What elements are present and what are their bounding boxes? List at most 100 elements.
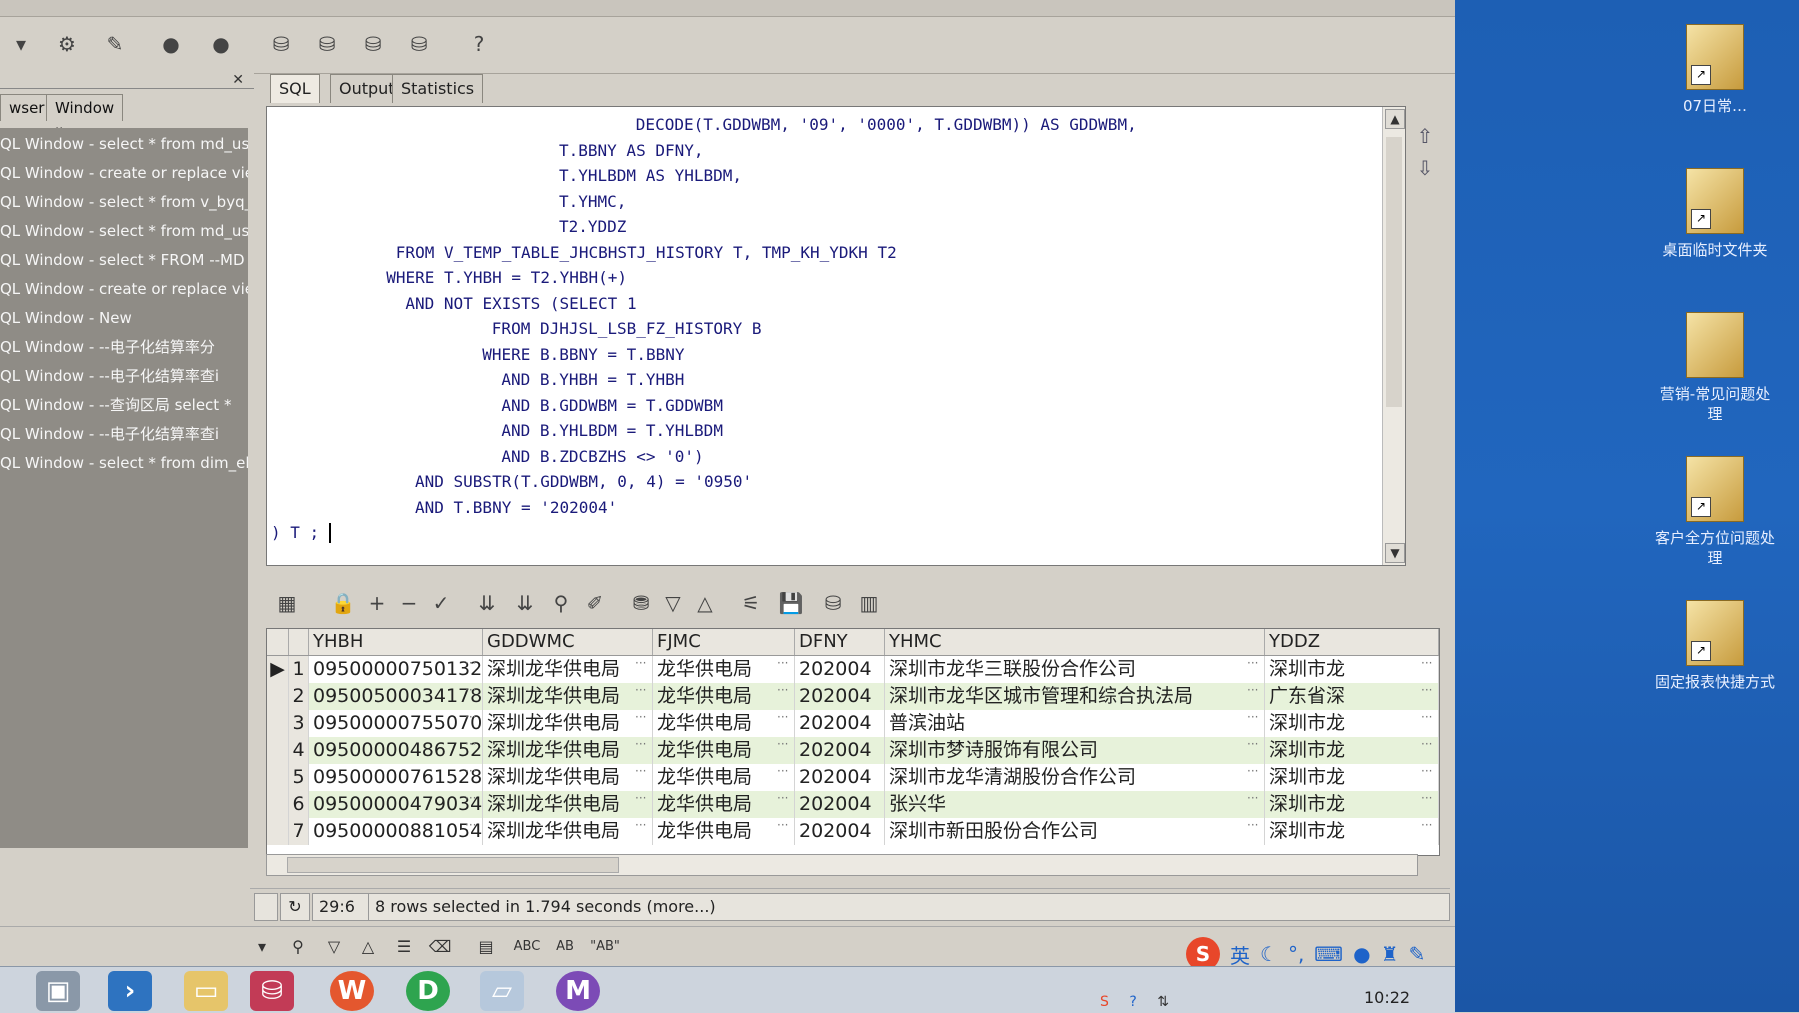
lock-icon[interactable]: 🔒 bbox=[328, 588, 358, 618]
window-list-item[interactable]: QL Window - select * from md_use bbox=[0, 130, 248, 158]
table-cell-yhmc[interactable]: 张兴华 bbox=[885, 791, 1265, 818]
scroll-down-icon[interactable]: ▼ bbox=[1385, 543, 1405, 563]
table-cell-fjmc[interactable]: 龙华供电局 bbox=[653, 656, 795, 683]
table-cell-fjmc[interactable]: 龙华供电局 bbox=[653, 683, 795, 710]
export-icon[interactable]: ⛁ bbox=[404, 29, 434, 59]
table-cell-fjmc[interactable]: 龙华供电局 bbox=[653, 818, 795, 845]
column-header-yhmc[interactable]: YHMC bbox=[885, 629, 1265, 655]
cell-ellipsis-button[interactable]: ··· bbox=[635, 737, 646, 751]
table-cell-yddz[interactable]: 广东省深 bbox=[1265, 683, 1439, 710]
eraser-icon[interactable]: ⌫ bbox=[428, 935, 452, 959]
cell-ellipsis-button[interactable]: ··· bbox=[1421, 683, 1432, 697]
insert-record-icon[interactable]: + bbox=[362, 588, 392, 618]
window-list-item[interactable]: QL Window - create or replace vie bbox=[0, 159, 248, 187]
rollback-icon[interactable]: ● bbox=[206, 29, 236, 59]
find-previous-icon[interactable]: △ bbox=[356, 935, 380, 959]
binoculars-icon[interactable]: ⚲ bbox=[286, 935, 310, 959]
cell-ellipsis-button[interactable]: ··· bbox=[1247, 818, 1258, 832]
table-cell-yhmc[interactable]: 深圳市龙华清湖股份合作公司 bbox=[885, 764, 1265, 791]
tab-window-list[interactable]: Window list bbox=[46, 94, 124, 143]
table-cell-gddwmc[interactable]: 深圳龙华供电局 bbox=[483, 791, 653, 818]
sogou-tray-icon[interactable]: S bbox=[1100, 994, 1109, 1010]
save-icon[interactable]: 💾 bbox=[776, 588, 806, 618]
table-cell-dfny[interactable]: 202004 bbox=[795, 737, 885, 764]
wps-icon[interactable]: W bbox=[330, 971, 374, 1011]
tab-statistics[interactable]: Statistics bbox=[392, 74, 484, 103]
table-cell-gddwmc[interactable]: 深圳龙华供电局 bbox=[483, 656, 653, 683]
table-row[interactable]: 60950000047903440···深圳龙华供电局···龙华供电局···20… bbox=[267, 791, 1439, 818]
window-list-item[interactable]: QL Window - select * from md_use bbox=[0, 217, 248, 245]
table-cell-yddz[interactable]: 深圳市龙 bbox=[1265, 656, 1439, 683]
row-indicator[interactable] bbox=[267, 791, 289, 818]
help-tray-icon[interactable]: ? bbox=[1129, 994, 1136, 1010]
row-indicator[interactable] bbox=[267, 764, 289, 791]
column-header-yddz[interactable]: YDDZ bbox=[1265, 629, 1439, 655]
table-cell-yhbh[interactable]: 0950000076152825 bbox=[309, 764, 483, 791]
editor-vertical-scrollbar[interactable]: ▲ ▼ bbox=[1382, 107, 1405, 565]
plsql-icon[interactable]: ⛁ bbox=[250, 971, 294, 1011]
table-cell-yhbh[interactable]: 0950000075013278 bbox=[309, 656, 483, 683]
cell-ellipsis-button[interactable]: ··· bbox=[777, 683, 788, 697]
table-icon[interactable]: ▤ bbox=[474, 935, 498, 959]
pen-icon[interactable]: ✎ bbox=[100, 29, 130, 59]
gear-icon[interactable]: ⚙ bbox=[52, 29, 82, 59]
cell-ellipsis-button[interactable]: ··· bbox=[1421, 818, 1432, 832]
cell-ellipsis-button[interactable]: ··· bbox=[465, 737, 476, 751]
table-cell-fjmc[interactable]: 龙华供电局 bbox=[653, 710, 795, 737]
cell-ellipsis-button[interactable]: ··· bbox=[465, 764, 476, 778]
clear-icon[interactable]: ✐ bbox=[580, 588, 610, 618]
table-row[interactable]: 20950050003417805···深圳龙华供电局···龙华供电局···20… bbox=[267, 683, 1439, 710]
powershell-icon[interactable]: › bbox=[108, 971, 152, 1011]
window-list-item[interactable]: QL Window - create or replace vie bbox=[0, 275, 248, 303]
ime-language[interactable]: 英 bbox=[1230, 940, 1250, 969]
find-icon[interactable]: ⚲ bbox=[546, 588, 576, 618]
table-cell-yhmc[interactable]: 深圳市新田股份合作公司 bbox=[885, 818, 1265, 845]
shirt-icon[interactable]: ♜ bbox=[1381, 942, 1399, 966]
cell-ellipsis-button[interactable]: ··· bbox=[777, 656, 788, 670]
table-cell-yddz[interactable]: 深圳市龙 bbox=[1265, 818, 1439, 845]
table-cell-dfny[interactable]: 202004 bbox=[795, 683, 885, 710]
cell-ellipsis-button[interactable]: ··· bbox=[465, 818, 476, 832]
window-list-item[interactable]: QL Window - --查询区局 select * bbox=[0, 391, 248, 419]
cell-ellipsis-button[interactable]: ··· bbox=[635, 710, 646, 724]
result-grid[interactable]: YHBH GDDWMC FJMC DFNY YHMC YDDZ ▶ 1 095000… bbox=[266, 628, 1440, 856]
scroll-thumb[interactable] bbox=[287, 857, 619, 873]
row-indicator[interactable] bbox=[267, 737, 289, 764]
folder-icon[interactable]: ▭ bbox=[184, 971, 228, 1011]
grid-horizontal-scrollbar[interactable] bbox=[266, 854, 1418, 876]
next-arrow-icon[interactable]: ⇩ bbox=[1410, 152, 1440, 184]
table-cell-gddwmc[interactable]: 深圳龙华供电局 bbox=[483, 818, 653, 845]
table-row[interactable]: 30950000075507011···深圳龙华供电局···龙华供电局···20… bbox=[267, 710, 1439, 737]
dropdown-arrow-icon[interactable]: ▾ bbox=[250, 935, 274, 959]
table-cell-yhbh[interactable]: 0950050003417805 bbox=[309, 683, 483, 710]
user-icon[interactable]: ● bbox=[1353, 942, 1370, 966]
cell-ellipsis-button[interactable]: ··· bbox=[1247, 737, 1258, 751]
table-cell-fjmc[interactable]: 龙华供电局 bbox=[653, 791, 795, 818]
dropdown-arrow-icon[interactable]: ▾ bbox=[6, 29, 36, 59]
commit-icon[interactable]: ● bbox=[156, 29, 186, 59]
table-cell-dfny[interactable]: 202004 bbox=[795, 818, 885, 845]
wrench-icon[interactable]: ✎ bbox=[1409, 942, 1426, 966]
database-icon[interactable]: ⛁ bbox=[266, 29, 296, 59]
punctuation-icon[interactable]: °, bbox=[1288, 942, 1304, 966]
table-cell-yhbh[interactable]: 0950000047903440 bbox=[309, 791, 483, 818]
m-app-icon[interactable]: M bbox=[556, 971, 600, 1011]
cell-ellipsis-button[interactable]: ··· bbox=[777, 764, 788, 778]
cell-ellipsis-button[interactable]: ··· bbox=[1421, 737, 1432, 751]
row-indicator[interactable]: ▶ bbox=[267, 656, 289, 683]
table-cell-dfny[interactable]: 202004 bbox=[795, 710, 885, 737]
post-changes-icon[interactable]: ✓ bbox=[426, 588, 456, 618]
import-icon[interactable]: ⛁ bbox=[358, 29, 388, 59]
tab-sql[interactable]: SQL bbox=[270, 74, 320, 103]
desktop-shortcut[interactable]: ↗ 客户全方位问题处理 bbox=[1655, 456, 1775, 568]
table-cell-yhmc[interactable]: 深圳市梦诗服饰有限公司 bbox=[885, 737, 1265, 764]
cell-ellipsis-button[interactable]: ··· bbox=[1247, 656, 1258, 670]
query-by-example-icon[interactable]: ⛃ bbox=[626, 588, 656, 618]
close-icon[interactable]: ✕ bbox=[232, 72, 244, 88]
list-icon[interactable]: ☰ bbox=[392, 935, 416, 959]
help-icon[interactable]: ? bbox=[464, 29, 494, 59]
cell-ellipsis-button[interactable]: ··· bbox=[465, 710, 476, 724]
cell-ellipsis-button[interactable]: ··· bbox=[465, 683, 476, 697]
cell-ellipsis-button[interactable]: ··· bbox=[1247, 764, 1258, 778]
table-cell-yddz[interactable]: 深圳市龙 bbox=[1265, 764, 1439, 791]
